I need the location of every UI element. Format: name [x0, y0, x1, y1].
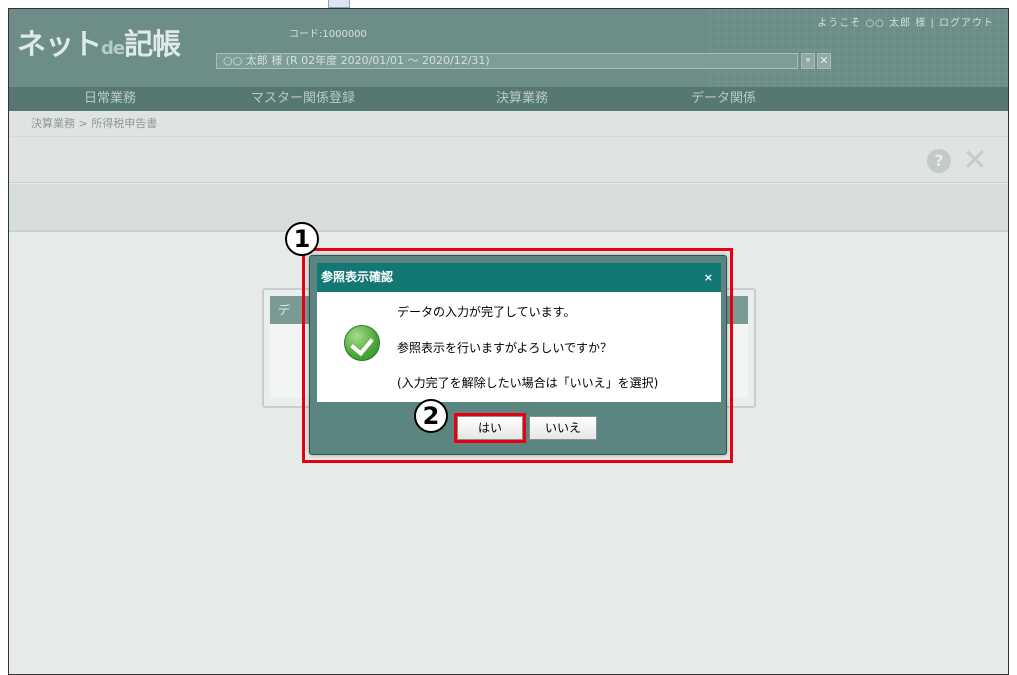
breadcrumb: 決算業務 > 所得税申告書 — [9, 111, 1008, 137]
logo-main: ネット — [17, 27, 102, 61]
chevron-down-icon[interactable]: ▾ — [801, 53, 815, 69]
top-marker — [328, 0, 350, 8]
user-links[interactable]: ようこそ ○○ 太郎 様 | ログアウト — [817, 14, 994, 29]
fiscal-year-select[interactable]: ○○ 太郎 様 (R 02年度 2020/01/01 ～ 2020/12/31) — [216, 53, 798, 69]
close-icon[interactable]: ✕ — [959, 146, 991, 176]
menu-item-daily[interactable]: 日常業務 — [84, 87, 136, 111]
main-menu: 日常業務 マスター関係登録 決算業務 データ関係 — [9, 87, 1008, 111]
app-logo: ネットde記帳 — [17, 21, 181, 63]
toolbar — [9, 137, 1008, 183]
clear-select-icon[interactable]: ✕ — [817, 53, 831, 69]
menu-item-closing[interactable]: 決算業務 — [496, 87, 548, 111]
logo-tail: 記帳 — [124, 27, 181, 61]
user-code: コード:1000000 — [289, 29, 367, 40]
logo-de: de — [101, 38, 125, 59]
sub-toolbar — [9, 184, 1008, 232]
menu-item-master[interactable]: マスター関係登録 — [251, 87, 355, 111]
menu-item-data[interactable]: データ関係 — [691, 87, 756, 111]
help-icon[interactable]: ? — [927, 149, 951, 173]
app-header: ネットde記帳 コード:1000000 ○○ 太郎 様 (R 02年度 2020… — [9, 9, 1008, 87]
step-badge-1: 1 — [285, 222, 319, 256]
highlight-box — [302, 248, 733, 463]
step-badge-2: 2 — [414, 399, 448, 433]
top-strip — [0, 0, 1017, 8]
